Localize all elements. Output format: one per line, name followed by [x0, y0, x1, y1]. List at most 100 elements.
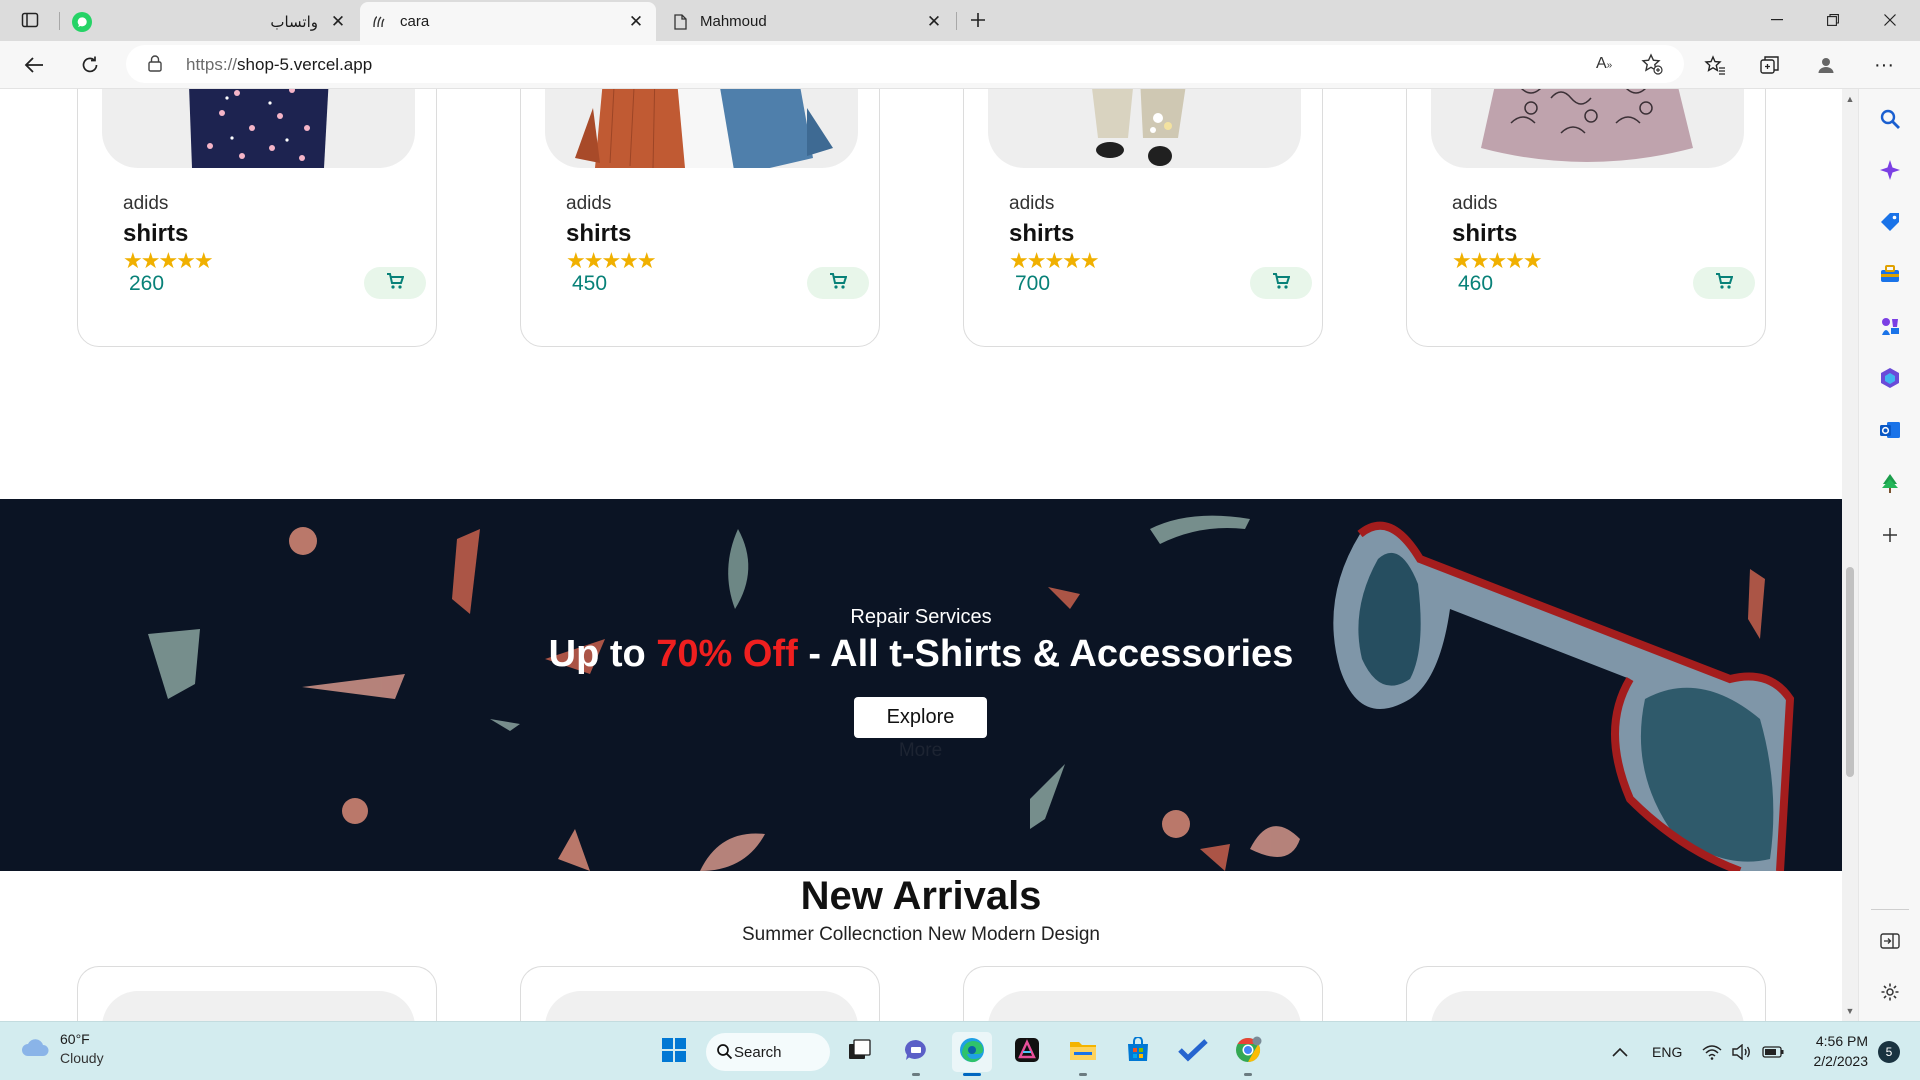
product-card[interactable]: adids shirts ★★★★★ 460: [1406, 89, 1766, 347]
read-aloud-icon[interactable]: A»: [1596, 55, 1612, 73]
lock-icon[interactable]: [148, 55, 162, 77]
product-price: 450: [572, 272, 608, 295]
product-image[interactable]: [102, 991, 415, 1021]
profile-icon[interactable]: [1808, 47, 1844, 83]
system-clock[interactable]: 4:56 PM 2/2/2023: [1796, 1031, 1869, 1071]
tab-whatsapp[interactable]: واتساب ✕: [62, 2, 358, 41]
minimize-icon[interactable]: [1749, 0, 1805, 40]
whatsapp-icon: [72, 11, 92, 32]
input-language[interactable]: ENG: [1652, 1022, 1682, 1080]
todo-app-button[interactable]: [1173, 1032, 1213, 1072]
wifi-icon[interactable]: [1702, 1022, 1722, 1080]
new-arrivals-title: New Arrivals: [800, 874, 1042, 918]
product-card[interactable]: adids shirts ★★★★★ 700: [963, 89, 1323, 347]
product-name: shirts: [1009, 220, 1075, 247]
close-window-icon[interactable]: [1862, 0, 1918, 40]
shopping-tag-icon[interactable]: [1876, 208, 1904, 236]
favorites-icon[interactable]: [1697, 47, 1733, 83]
back-icon[interactable]: [16, 47, 52, 83]
url-text[interactable]: https://shop-5.vercel.app: [186, 55, 372, 75]
scrollbar-thumb[interactable]: [1846, 567, 1854, 777]
tab-separator: [59, 12, 60, 30]
taskbar-search[interactable]: Search: [706, 1033, 830, 1071]
collections-icon[interactable]: [1752, 47, 1788, 83]
add-to-cart-button[interactable]: [1250, 267, 1312, 299]
copilot-sparkle-icon[interactable]: [1876, 156, 1904, 184]
more-menu-icon[interactable]: ···: [1866, 47, 1902, 83]
close-icon[interactable]: ✕: [624, 10, 648, 34]
battery-icon[interactable]: [1762, 1022, 1784, 1080]
product-card[interactable]: [1406, 966, 1766, 1021]
designer-app-button[interactable]: [1007, 1032, 1047, 1072]
product-image[interactable]: [988, 991, 1301, 1021]
edge-app-button[interactable]: [952, 1032, 992, 1076]
tab-cara[interactable]: cara ✕: [360, 2, 656, 41]
scroll-down-icon[interactable]: ▼: [1842, 1003, 1858, 1019]
chat-app-button[interactable]: [896, 1032, 936, 1076]
outlook-icon[interactable]: [1876, 416, 1904, 444]
sunglasses-image: [1333, 521, 1795, 871]
product-image[interactable]: [102, 89, 415, 168]
windows-logo-icon: [661, 1037, 687, 1068]
weather-widget[interactable]: 60°F Cloudy: [20, 1030, 104, 1068]
cart-icon: [386, 272, 405, 294]
restore-icon[interactable]: [1805, 0, 1861, 40]
address-bar[interactable]: https://shop-5.vercel.app A»: [126, 45, 1684, 83]
refresh-icon[interactable]: [72, 47, 108, 83]
product-brand: adids: [123, 193, 169, 214]
add-sidebar-app-icon[interactable]: [1876, 521, 1904, 549]
tab-mahmoud[interactable]: Mahmoud ✕: [660, 2, 954, 41]
product-image[interactable]: [1431, 89, 1744, 168]
tab-title: Mahmoud: [700, 13, 767, 30]
add-favorite-icon[interactable]: [1641, 53, 1663, 80]
volume-icon[interactable]: [1732, 1022, 1752, 1080]
product-price: 700: [1015, 272, 1051, 295]
product-card[interactable]: [963, 966, 1323, 1021]
product-image[interactable]: [988, 89, 1301, 168]
settings-gear-icon[interactable]: [1876, 978, 1904, 1006]
show-hidden-icons[interactable]: [1612, 1022, 1628, 1080]
product-image[interactable]: [545, 89, 858, 168]
microsoft-365-icon[interactable]: [1876, 364, 1904, 392]
hide-sidebar-icon[interactable]: [1876, 927, 1904, 955]
chat-bubble-icon: [903, 1038, 929, 1067]
search-icon: [716, 1043, 733, 1064]
add-to-cart-button[interactable]: [807, 267, 869, 299]
close-icon[interactable]: ✕: [922, 10, 946, 34]
games-icon[interactable]: [1876, 312, 1904, 340]
product-brand: adids: [1009, 193, 1055, 214]
add-to-cart-button[interactable]: [1693, 267, 1755, 299]
file-explorer-button[interactable]: [1063, 1032, 1103, 1076]
start-button[interactable]: [654, 1032, 694, 1072]
checkmark-icon: [1178, 1038, 1208, 1067]
explore-button[interactable]: Explore: [854, 697, 987, 738]
cart-icon: [1272, 272, 1291, 294]
product-card[interactable]: adids shirts ★★★★★ 450: [520, 89, 880, 347]
tab-actions-icon[interactable]: [19, 9, 41, 31]
weather-temperature: 60°F: [60, 1031, 90, 1047]
drop-tree-icon[interactable]: [1876, 469, 1904, 497]
product-image[interactable]: [1431, 991, 1744, 1021]
product-image[interactable]: [545, 991, 858, 1021]
running-indicator: [912, 1073, 920, 1076]
windows-taskbar: 60°F Cloudy Search ENG 4:56 PM 2/2/2023 …: [0, 1021, 1920, 1080]
microsoft-store-button[interactable]: [1118, 1032, 1158, 1072]
task-view-button[interactable]: [840, 1032, 880, 1072]
scroll-up-icon[interactable]: ▲: [1842, 91, 1858, 107]
tools-icon[interactable]: [1876, 260, 1904, 288]
search-icon[interactable]: [1876, 105, 1904, 133]
product-card[interactable]: adids shirts ★★★★★ 260: [77, 89, 437, 347]
notification-badge[interactable]: 5: [1878, 1041, 1900, 1063]
page-icon: [672, 13, 688, 31]
chrome-app-button[interactable]: [1228, 1032, 1268, 1076]
running-indicator: [1079, 1073, 1087, 1076]
page-scrollbar[interactable]: ▲ ▼: [1842, 89, 1858, 1021]
close-icon[interactable]: ✕: [326, 10, 350, 34]
product-card[interactable]: [77, 966, 437, 1021]
rating-stars: ★★★★★: [1009, 248, 1100, 273]
product-card[interactable]: [520, 966, 880, 1021]
new-tab-icon[interactable]: [967, 9, 989, 31]
product-brand: adids: [566, 193, 612, 214]
add-to-cart-button[interactable]: [364, 267, 426, 299]
chrome-icon: [1234, 1036, 1262, 1069]
